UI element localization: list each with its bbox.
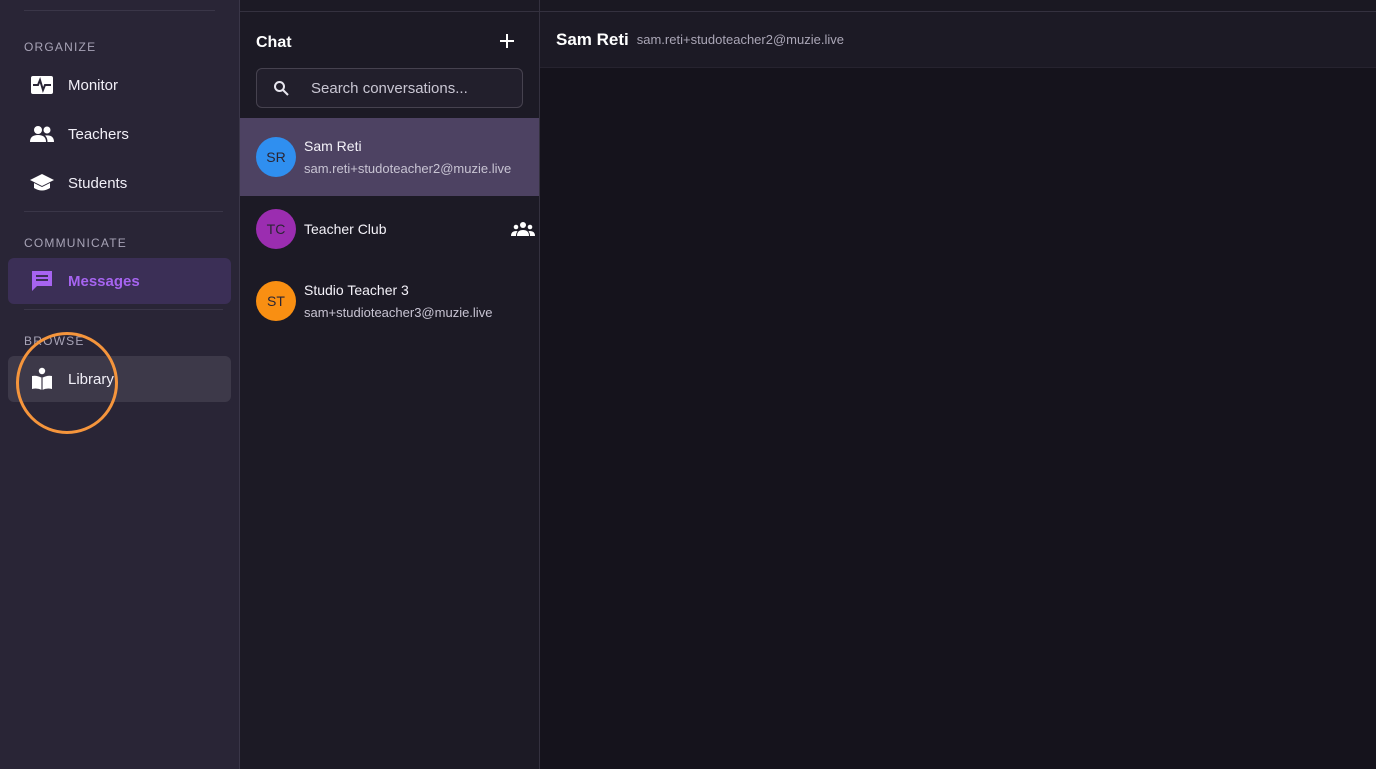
conversation-item[interactable]: TC Teacher Club: [240, 190, 539, 268]
sidebar-item-teachers[interactable]: Teachers: [8, 111, 231, 157]
reading-book-icon: [30, 367, 54, 391]
conversation-name: Studio Teacher 3: [304, 282, 409, 298]
sidebar-item-label: Library: [68, 370, 114, 388]
plus-icon: [499, 33, 515, 54]
conversation-header: Sam Reti sam.reti+studoteacher2@muzie.li…: [540, 12, 1376, 68]
sidebar-item-students[interactable]: Students: [8, 160, 231, 206]
sidebar-item-label: Messages: [68, 272, 140, 290]
search-box[interactable]: [256, 68, 523, 108]
search-icon: [271, 78, 291, 98]
chat-panel-topbar: [240, 0, 539, 12]
section-label-browse: BROWSE: [24, 334, 85, 348]
conversation-name: Teacher Club: [304, 221, 387, 237]
avatar: TC: [256, 209, 296, 249]
conversation-name: Sam Reti: [304, 138, 362, 154]
conversation-email: sam+studioteacher3@muzie.live: [304, 305, 493, 320]
avatar: ST: [256, 281, 296, 321]
section-divider: [24, 309, 223, 310]
conversation-item[interactable]: SR Sam Reti sam.reti+studoteacher2@muzie…: [240, 118, 539, 196]
section-label-organize: ORGANIZE: [24, 40, 97, 54]
group-icon: [511, 221, 535, 237]
monitor-heart-icon: [30, 73, 54, 97]
conversation-item[interactable]: ST Studio Teacher 3 sam+studioteacher3@m…: [240, 262, 539, 340]
chat-list-panel: Chat SR Sam Reti sam.reti+studoteacher2@…: [240, 0, 540, 769]
search-input[interactable]: [309, 78, 513, 98]
conversation-header-email: sam.reti+studoteacher2@muzie.live: [636, 32, 844, 47]
conversation-pane: Sam Reti sam.reti+studoteacher2@muzie.li…: [540, 0, 1376, 769]
chat-title: Chat: [256, 34, 292, 51]
new-chat-button[interactable]: [495, 31, 519, 55]
sidebar: ORGANIZE Monitor Teachers Students COMMU…: [0, 0, 240, 769]
sidebar-item-messages[interactable]: Messages: [8, 258, 231, 304]
sidebar-item-label: Monitor: [68, 76, 119, 94]
conversation-email: sam.reti+studoteacher2@muzie.live: [304, 161, 512, 176]
section-divider: [24, 211, 223, 212]
conversation-header-name: Sam Reti: [556, 29, 629, 49]
chat-bubble-icon: [30, 269, 54, 293]
sidebar-item-library[interactable]: Library: [8, 356, 231, 402]
avatar: SR: [256, 137, 296, 177]
people-icon: [30, 122, 54, 146]
sidebar-item-label: Teachers: [68, 125, 129, 143]
main-topbar: [540, 0, 1376, 12]
sidebar-top-divider: [24, 10, 215, 11]
school-icon: [30, 171, 54, 195]
sidebar-item-label: Students: [68, 174, 128, 192]
sidebar-item-monitor[interactable]: Monitor: [8, 62, 231, 108]
section-label-communicate: COMMUNICATE: [24, 236, 127, 250]
